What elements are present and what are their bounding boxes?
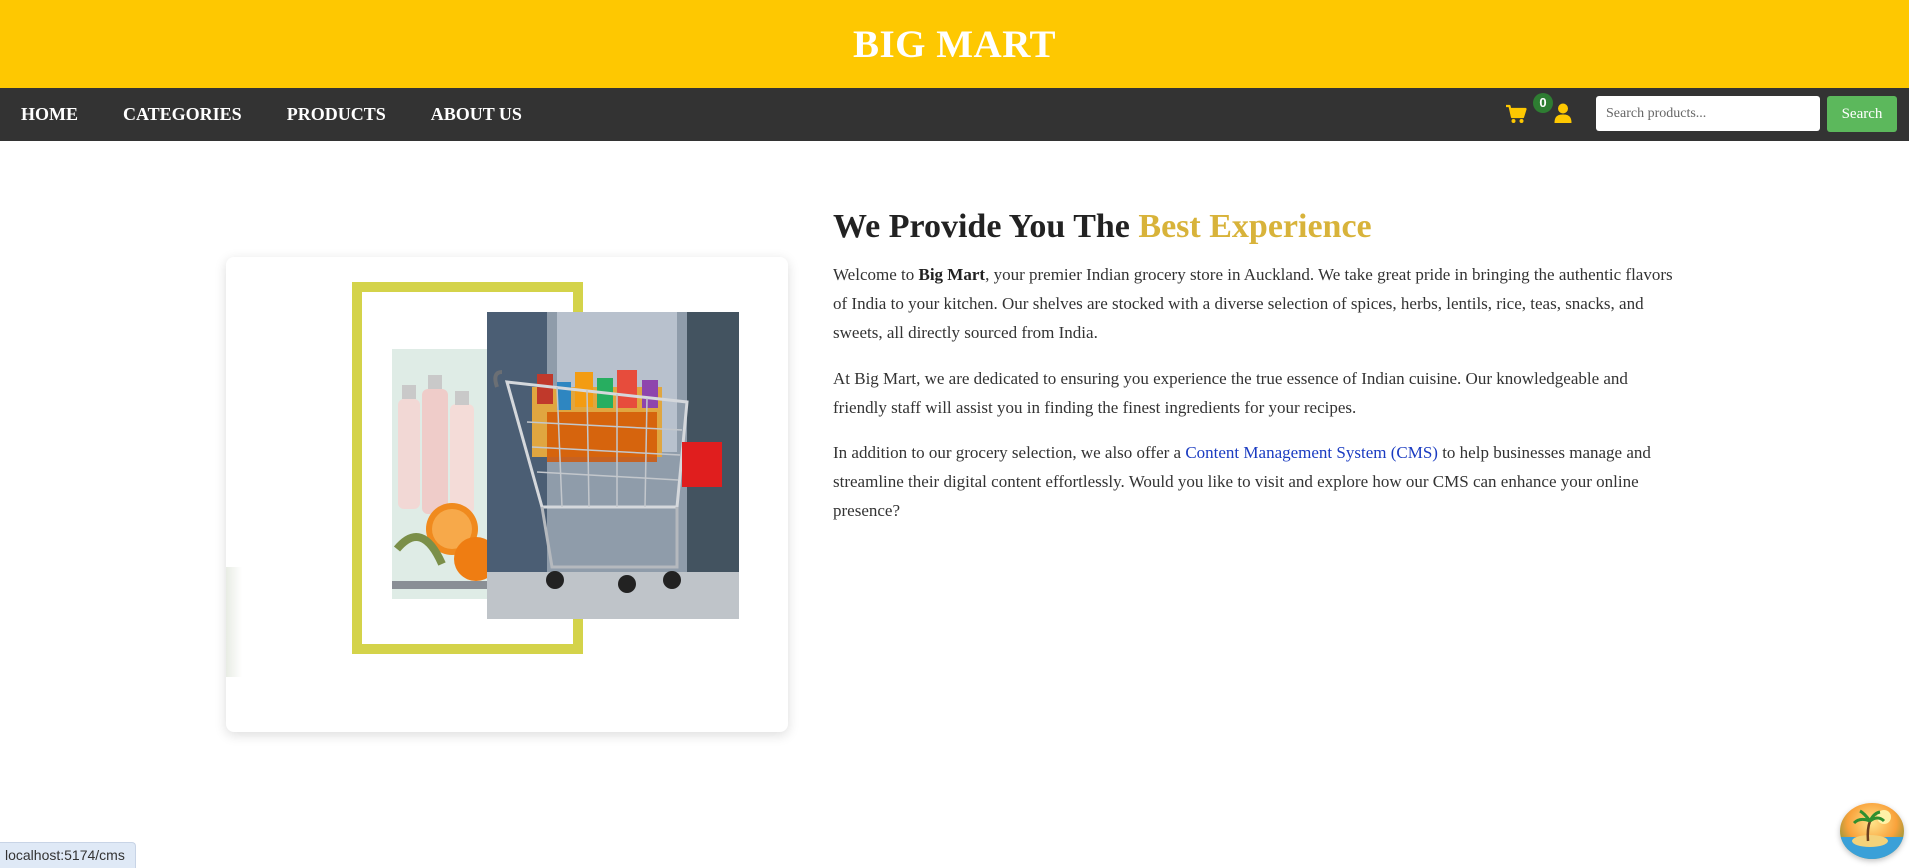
cms-link[interactable]: Content Management System (CMS) [1185, 443, 1438, 462]
cart-count-badge: 0 [1533, 93, 1553, 113]
nav-categories-link[interactable]: CATEGORIES [123, 104, 242, 125]
about-paragraph-1: Welcome to Big Mart, your premier Indian… [833, 260, 1678, 347]
p1-brand-text: Big Mart [918, 265, 986, 284]
about-paragraph-2: At Big Mart, we are dedicated to ensurin… [833, 369, 1628, 417]
search-input[interactable] [1596, 96, 1820, 131]
search-button[interactable]: Search [1827, 96, 1897, 132]
heading-main-text: We Provide You The [833, 208, 1139, 245]
nav-about-link[interactable]: ABOUT US [431, 104, 522, 125]
brand-logo-text[interactable]: BIG MART [853, 22, 1056, 67]
heading-accent-text: Best Experience [1138, 208, 1372, 245]
user-icon[interactable] [1554, 103, 1572, 123]
shopping-cart-image [487, 312, 739, 619]
beach-island-icon [1840, 803, 1904, 859]
chat-assistant-button[interactable] [1840, 803, 1904, 859]
p3-intro-text: In addition to our grocery selection, we… [833, 443, 1186, 462]
decorative-fade [226, 567, 242, 677]
browser-status-url: localhost:5174/cms [0, 842, 136, 868]
grocery-shelf-image [392, 349, 488, 599]
nav-links: HOME CATEGORIES PRODUCTS ABOUT US [21, 88, 567, 141]
about-image-card [226, 257, 788, 732]
about-paragraph-3: In addition to our grocery selection, we… [833, 438, 1678, 525]
site-header: BIG MART [0, 0, 1909, 88]
nav-products-link[interactable]: PRODUCTS [287, 104, 386, 125]
nav-home-link[interactable]: HOME [21, 104, 78, 125]
shopping-cart-icon[interactable] [1505, 104, 1527, 124]
about-heading: We Provide You The Best Experience [833, 208, 1372, 246]
p1-intro-text: Welcome to [833, 265, 919, 284]
